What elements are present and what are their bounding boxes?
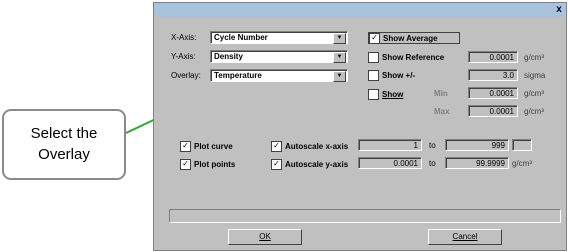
x-from-field[interactable]: 1 (358, 139, 422, 151)
x-to-field[interactable]: 999 (445, 139, 509, 151)
max-label: Max (434, 107, 450, 116)
x-axis-value: Cycle Number (214, 33, 268, 42)
y-from-field[interactable]: 0.0001 (358, 157, 422, 169)
y-unit: g/cm³ (512, 159, 532, 168)
plot-curve-label: Plot curve (194, 142, 233, 151)
cancel-button[interactable]: Cancel (428, 229, 502, 245)
ok-button[interactable]: OK (228, 229, 302, 245)
show-reference-checkbox[interactable]: Show Reference (368, 52, 444, 63)
close-button[interactable]: x (553, 4, 565, 16)
show-reference-label: Show Reference (382, 53, 445, 62)
chevron-down-icon[interactable]: ▼ (333, 33, 346, 44)
autoscale-x-label: Autoscale x-axis (285, 142, 349, 151)
overlay-label: Overlay: (171, 71, 201, 80)
reference-field[interactable]: 0.0001 (468, 51, 518, 63)
show-label: Show (382, 90, 404, 99)
callout-box: Select the Overlay (2, 109, 126, 180)
plot-points-label: Plot points (194, 160, 236, 169)
ok-label: OK (259, 232, 271, 241)
min-field[interactable]: 0.0001 (468, 87, 518, 99)
chevron-down-icon[interactable]: ▼ (333, 52, 346, 63)
y-axis-value: Density (214, 52, 243, 61)
y-axis-combo[interactable]: Density ▼ (210, 50, 348, 63)
max-unit: g/cm³ (524, 107, 544, 116)
y-to-field[interactable]: 99.9999 (445, 157, 509, 169)
callout-line-2: Overlay (38, 146, 90, 163)
checkbox-box (368, 52, 379, 63)
show-pm-label: Show +/- (382, 71, 416, 80)
pm-field[interactable]: 3.0 (468, 69, 518, 81)
check-icon: ✓ (369, 32, 380, 44)
overlay-value: Temperature (214, 71, 262, 80)
pm-unit: sigma (524, 71, 546, 80)
min-label: Min (434, 89, 448, 98)
min-unit: g/cm³ (524, 89, 544, 98)
y-axis-label: Y-Axis: (171, 52, 196, 61)
show-average-label: Show Average (383, 33, 438, 43)
y-to-label: to (429, 159, 436, 168)
dialog-titlebar (154, 3, 566, 17)
checkbox-box (368, 89, 379, 100)
autoscale-x-checkbox[interactable]: ✓ Autoscale x-axis (271, 141, 348, 152)
plot-curve-checkbox[interactable]: ✓ Plot curve (180, 141, 233, 152)
x-axis-combo[interactable]: Cycle Number ▼ (210, 31, 348, 44)
x-axis-label: X-Axis: (171, 33, 197, 42)
status-bar (169, 209, 561, 223)
autoscale-y-label: Autoscale y-axis (285, 160, 349, 169)
x-unit-field (512, 139, 532, 151)
show-minmax-checkbox[interactable]: Show (368, 89, 403, 100)
show-average-checkbox[interactable]: ✓ Show Average (368, 32, 460, 44)
overlay-combo[interactable]: Temperature ▼ (210, 69, 348, 82)
plot-points-checkbox[interactable]: ✓ Plot points (180, 159, 235, 170)
reference-unit: g/cm³ (524, 53, 544, 62)
cancel-label: Cancel (452, 232, 478, 241)
show-pm-checkbox[interactable]: Show +/- (368, 70, 415, 81)
check-icon: ✓ (271, 159, 282, 170)
callout-line-1: Select the (30, 125, 98, 142)
check-icon: ✓ (180, 141, 191, 152)
x-to-label: to (429, 141, 436, 150)
check-icon: ✓ (271, 141, 282, 152)
autoscale-y-checkbox[interactable]: ✓ Autoscale y-axis (271, 159, 348, 170)
check-icon: ✓ (180, 159, 191, 170)
chevron-down-icon[interactable]: ▼ (333, 71, 346, 82)
max-field[interactable]: 0.0001 (468, 105, 518, 117)
checkbox-box (368, 70, 379, 81)
